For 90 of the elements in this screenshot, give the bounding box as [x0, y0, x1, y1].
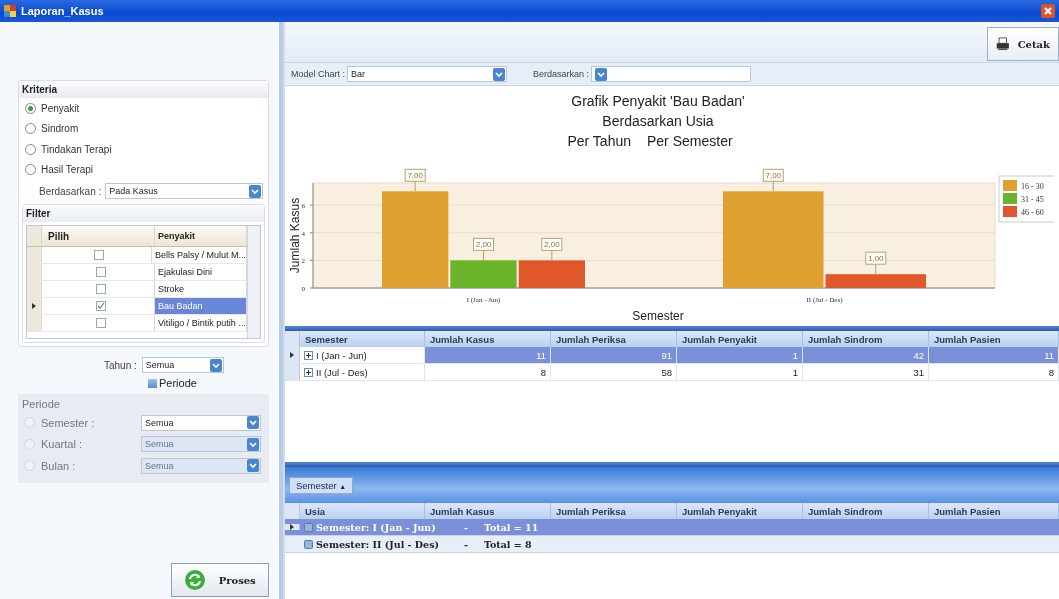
table-row[interactable]: II (Jul - Des) 8 58 1 31 8 [285, 364, 1059, 381]
table-cell: 1 [792, 366, 798, 378]
field-label: Berdasarkan : [39, 185, 102, 197]
table-cell: II (Jul - Des) [316, 366, 368, 378]
table-cell: 91 [661, 349, 672, 361]
legend-label: 16 - 30 [1021, 182, 1044, 191]
data-label: 7,00 [407, 171, 424, 181]
checkbox[interactable] [96, 301, 106, 311]
group-title: Kriteria [19, 81, 268, 98]
data-label: 1,00 [865, 251, 887, 275]
field-label: Berdasarkan : [533, 69, 590, 79]
row-header[interactable] [27, 298, 42, 314]
dropdown[interactable]: Bar [347, 66, 508, 82]
row-pointer-icon [32, 303, 36, 309]
field-label: Tahun : [104, 359, 137, 371]
group-label: Semester: I (Jan - Jun) [316, 521, 437, 533]
table-cell: 8 [1048, 366, 1054, 378]
app-icon [4, 5, 16, 17]
window-title: Laporan_Kasus [21, 5, 104, 17]
x-axis-title: Semester [632, 309, 684, 323]
chart-subtitle: Per Tahun [567, 133, 631, 149]
legend-label: 31 - 45 [1021, 195, 1044, 204]
field-label: Model Chart : [291, 69, 346, 79]
radio-label: Tindakan Terapi [41, 143, 112, 155]
scrollbar[interactable] [247, 226, 260, 338]
data-label: 7,00 [404, 168, 426, 192]
row-header[interactable] [285, 524, 300, 530]
checkbox[interactable] [96, 318, 106, 328]
table-cell: 1 [792, 349, 798, 361]
chart-subtitle: Berdasarkan Usia [602, 113, 714, 129]
printer-icon [996, 35, 1010, 53]
checkbox[interactable] [96, 284, 106, 294]
row-header [27, 226, 42, 246]
table-cell: 31 [913, 366, 924, 378]
close-icon[interactable] [1041, 4, 1055, 18]
table-cell: 11 [1044, 349, 1054, 361]
checkbox-label: Periode [159, 377, 197, 389]
splitter-bar[interactable] [285, 326, 1059, 331]
group-row[interactable]: Semester: II (Jul - Des) - Total = 8 [285, 536, 1059, 553]
y-axis-title: Jumlah Kasus [288, 197, 302, 274]
checkbox[interactable] [148, 378, 157, 388]
group-label: Semester: II (Jul - Des) [316, 538, 440, 550]
expand-icon[interactable] [304, 350, 313, 360]
row-pointer-icon [290, 352, 294, 358]
group-separator: - [464, 521, 469, 533]
dropdown[interactable]: Semua [141, 357, 224, 373]
group-separator: - [464, 538, 469, 550]
refresh-icon [184, 569, 207, 591]
radio-label: Sindrom [41, 123, 79, 135]
checkbox[interactable] [96, 267, 106, 277]
process-button[interactable]: Proses [171, 563, 269, 597]
table-cell: 42 [913, 349, 924, 361]
expand-icon[interactable] [304, 367, 313, 377]
radio-label: Semester : [40, 416, 96, 429]
data-label: 2,00 [475, 240, 492, 250]
data-label: 2,00 [473, 237, 494, 261]
radio-button[interactable] [25, 164, 36, 176]
group-title: Periode [21, 397, 61, 412]
data-label: 7,00 [765, 171, 782, 181]
row-header[interactable] [285, 347, 300, 363]
group-total: Total = 11 [484, 521, 539, 533]
column-header[interactable]: Pilih [42, 226, 155, 246]
table-row[interactable]: I (Jan - Jun) 11 91 1 42 11 [285, 347, 1059, 364]
radio-label: Bulan : [40, 459, 77, 472]
legend-label: 46 - 60 [1021, 208, 1044, 217]
print-button[interactable]: Cetak [987, 27, 1059, 61]
checkbox[interactable] [94, 250, 105, 260]
data-label: 2,00 [544, 240, 561, 250]
group-total: Total = 8 [484, 538, 532, 550]
data-label: 7,00 [762, 168, 784, 192]
table-cell: 58 [661, 366, 672, 378]
splitter-bar[interactable] [285, 462, 1059, 467]
chart-subtitle: Per Semester [647, 133, 733, 149]
table-cell: 11 [536, 349, 546, 361]
data-label: 2,00 [541, 237, 563, 261]
dropdown[interactable] [591, 66, 752, 82]
radio-button[interactable] [25, 143, 36, 155]
dropdown[interactable]: Pada Kasus [105, 183, 264, 199]
data-label: 1,00 [867, 254, 885, 264]
bar [518, 260, 585, 288]
radio-button[interactable] [25, 102, 36, 114]
chart-title: Grafik Penyakit 'Bau Badan' [571, 93, 745, 109]
table-cell: 8 [540, 366, 546, 378]
table-cell: I (Jan - Jun) [316, 349, 367, 361]
radio-button[interactable] [25, 123, 36, 135]
group-title: Filter [23, 205, 264, 222]
radio-label: Penyakit [41, 102, 80, 114]
radio-label: Kuartal : [40, 438, 83, 451]
row-pointer-icon [290, 524, 294, 530]
radio-label: Hasil Terapi [41, 164, 94, 176]
